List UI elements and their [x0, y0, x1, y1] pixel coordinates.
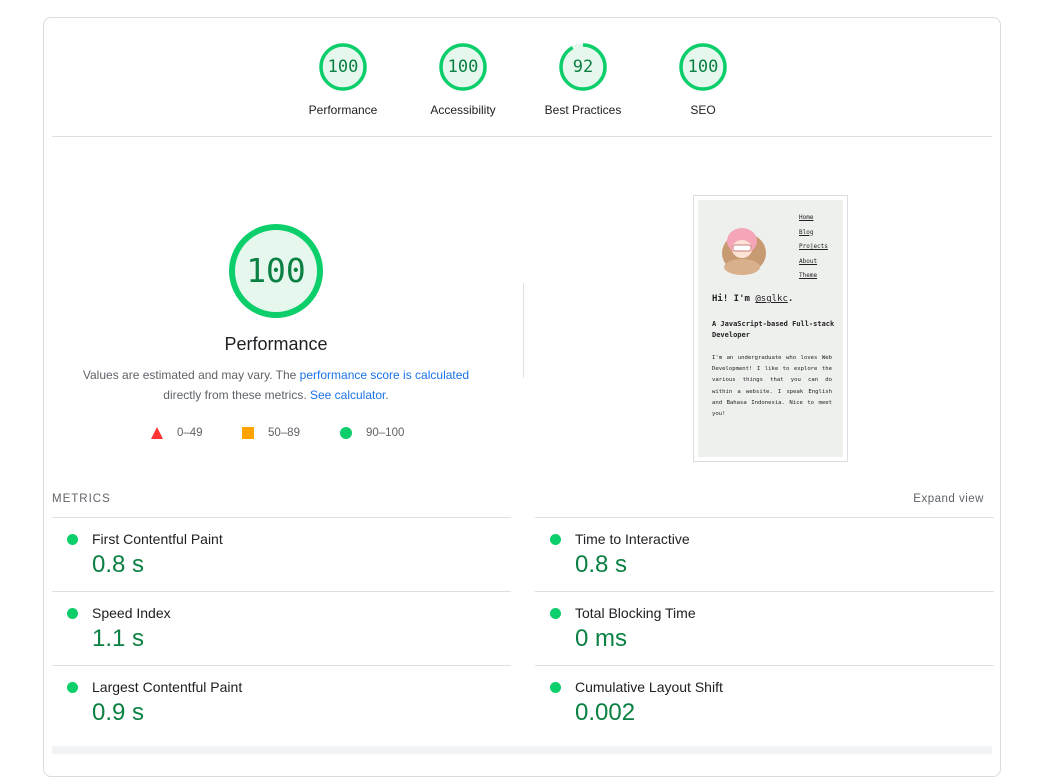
- circle-icon: [340, 427, 352, 439]
- avatar-image: [712, 219, 772, 279]
- square-icon: [242, 427, 254, 439]
- gauge-ring: 100: [318, 42, 368, 92]
- metric-name: Total Blocking Time: [575, 605, 696, 621]
- greeting-end: .: [787, 294, 794, 304]
- screenshot-subtitle: A JavaScript-based Full-stack Developer: [712, 320, 835, 339]
- gauge-label: Accessibility: [430, 103, 496, 117]
- metric-name: First Contentful Paint: [92, 531, 223, 547]
- metric-largest-contentful-paint: Largest Contentful Paint 0.9 s: [52, 665, 511, 739]
- screenshot-nav: Home Blog Projects About Theme: [799, 211, 828, 284]
- pass-circle-icon: [67, 534, 78, 545]
- metric-name: Largest Contentful Paint: [92, 679, 243, 695]
- expand-view-toggle[interactable]: Expand view: [913, 493, 984, 505]
- screenshot-nav-item: About: [799, 257, 818, 265]
- performance-score: 100: [246, 251, 306, 290]
- metric-value: 0.002: [575, 699, 636, 726]
- gauge-ring: 100: [678, 42, 728, 92]
- metric-value: 1.1 s: [92, 625, 145, 652]
- handle-text: @sglkc: [755, 294, 788, 304]
- gauge-ring: 92: [558, 42, 608, 92]
- metric-speed-index: Speed Index 1.1 s: [52, 591, 511, 665]
- legend-range: 50–89: [268, 427, 300, 439]
- metric-total-blocking-time: Total Blocking Time 0 ms: [535, 591, 994, 665]
- gauge-performance[interactable]: 100 Performance: [283, 42, 403, 117]
- gauge-score: 100: [327, 57, 359, 77]
- legend-range: 0–49: [177, 427, 203, 439]
- pass-circle-icon: [550, 608, 561, 619]
- performance-description: Values are estimated and may vary. The p…: [66, 365, 486, 405]
- metric-name: Time to Interactive: [575, 531, 690, 547]
- pass-circle-icon: [67, 682, 78, 693]
- desc-text: .: [385, 388, 389, 402]
- desc-text: Values are estimated and may vary. The: [82, 368, 300, 382]
- metric-first-contentful-paint: First Contentful Paint 0.8 s: [52, 517, 511, 591]
- lighthouse-report-card: 100 Performance 100 Accessibility 92 Bes…: [43, 17, 1001, 777]
- gauge-score: 100: [447, 57, 479, 77]
- category-gauges: 100 Performance 100 Accessibility 92 Bes…: [44, 42, 1000, 142]
- gauge-best-practices[interactable]: 92 Best Practices: [523, 42, 643, 117]
- screenshot-nav-item: Theme: [799, 272, 818, 279]
- gauges-divider: [52, 136, 992, 137]
- gauge-score: 92: [572, 57, 594, 77]
- metric-value: 0.8 s: [92, 551, 145, 578]
- score-calculated-link[interactable]: performance score is calculated: [300, 368, 469, 382]
- gauge-seo[interactable]: 100 SEO: [643, 42, 763, 117]
- screenshot-nav-item: Home: [799, 214, 814, 221]
- screenshot-content: Home Blog Projects About Theme Hi! I'm @…: [698, 200, 843, 457]
- metrics-heading: METRICS: [52, 493, 111, 505]
- greeting-text: Hi! I'm: [712, 294, 756, 304]
- pass-circle-icon: [550, 534, 561, 545]
- legend-range: 90–100: [366, 427, 405, 439]
- desc-text: directly from these metrics.: [163, 388, 310, 402]
- gauge-label: Performance: [308, 103, 378, 117]
- screenshot-greeting: Hi! I'm @sglkc.: [712, 294, 793, 304]
- vertical-separator: [523, 283, 524, 378]
- gauge-accessibility[interactable]: 100 Accessibility: [403, 42, 523, 117]
- gauge-score: 100: [687, 57, 719, 77]
- gauge-label: Best Practices: [544, 103, 622, 117]
- screenshot-paragraph: I'm an undergraduate who loves Web Devel…: [712, 355, 832, 418]
- metric-value: 0.9 s: [92, 699, 145, 726]
- final-screenshot[interactable]: Home Blog Projects About Theme Hi! I'm @…: [693, 195, 848, 462]
- screenshot-nav-item: Projects: [799, 243, 828, 250]
- performance-title: Performance: [224, 334, 328, 354]
- metric-value: 0 ms: [575, 625, 628, 652]
- bottom-strip: [52, 746, 992, 754]
- triangle-icon: [151, 427, 163, 439]
- pass-circle-icon: [550, 682, 561, 693]
- metric-time-to-interactive: Time to Interactive 0.8 s: [535, 517, 994, 591]
- gauge-ring: 100: [438, 42, 488, 92]
- score-legend: 0–49 50–89 90–100: [44, 423, 1002, 443]
- gauge-label: SEO: [690, 103, 716, 117]
- metric-name: Speed Index: [92, 605, 171, 621]
- pass-circle-icon: [67, 608, 78, 619]
- metric-value: 0.8 s: [575, 551, 628, 578]
- screenshot-nav-item: Blog: [799, 228, 814, 236]
- metric-cumulative-layout-shift: Cumulative Layout Shift 0.002: [535, 665, 994, 739]
- performance-big-gauge: 100: [226, 221, 326, 321]
- metric-name: Cumulative Layout Shift: [575, 679, 723, 695]
- see-calculator-link[interactable]: See calculator: [310, 388, 385, 402]
